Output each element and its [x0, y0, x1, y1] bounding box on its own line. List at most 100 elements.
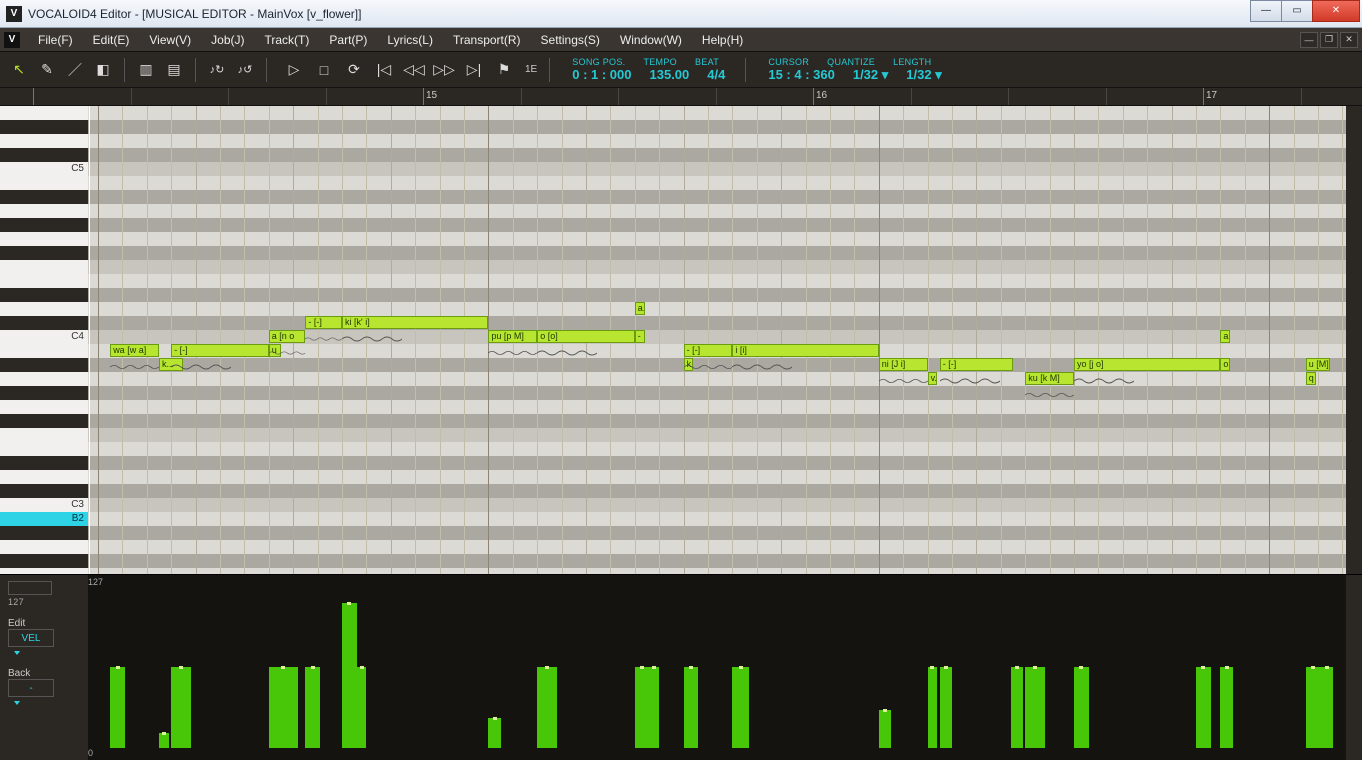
velocity-bar[interactable]: [171, 667, 191, 748]
velocity-bar[interactable]: [684, 667, 699, 748]
note[interactable]: a.: [635, 302, 645, 315]
window-maximize-button[interactable]: ▭: [1281, 0, 1313, 22]
line-tool[interactable]: ／: [62, 57, 88, 83]
pencil-tool[interactable]: ✎: [34, 57, 60, 83]
note[interactable]: ni [J i]: [879, 358, 928, 371]
play-button[interactable]: ▷: [281, 57, 307, 83]
velocity-bar[interactable]: [488, 718, 500, 748]
piano-keys[interactable]: C5C4C3B2: [0, 106, 88, 574]
velocity-bar[interactable]: [732, 667, 749, 748]
note[interactable]: a.: [1220, 330, 1230, 343]
note[interactable]: - [-]: [305, 316, 342, 329]
note[interactable]: wa [w a]: [110, 344, 159, 357]
loop-button[interactable]: ⟳: [341, 57, 367, 83]
voice-swap-b[interactable]: ♪↺: [232, 57, 258, 83]
velocity-bar[interactable]: [1074, 667, 1089, 748]
cursor-value[interactable]: 15 : 4 : 360: [768, 67, 835, 83]
menu-viewv[interactable]: View(V): [139, 28, 201, 52]
menu-partp[interactable]: Part(P): [319, 28, 377, 52]
note[interactable]: -: [635, 330, 645, 343]
forward-button[interactable]: ▷▷: [431, 57, 457, 83]
region-tool-b[interactable]: ▤: [161, 57, 187, 83]
songpos-value[interactable]: 0 : 1 : 000: [572, 67, 631, 82]
note[interactable]: i [i]: [732, 344, 878, 357]
note[interactable]: o: [1220, 358, 1230, 371]
velocity-bar[interactable]: [649, 667, 659, 748]
app-badge-small: V: [4, 32, 20, 48]
velocity-bar[interactable]: [110, 667, 125, 748]
param-vertical-scrollbar[interactable]: [1346, 575, 1362, 760]
go-start-button[interactable]: |◁: [371, 57, 397, 83]
note[interactable]: yo [j o]: [1074, 358, 1220, 371]
menu-settingss[interactable]: Settings(S): [531, 28, 610, 52]
note[interactable]: - [-]: [684, 344, 733, 357]
region-tool-a[interactable]: ▥: [133, 57, 159, 83]
note-grid[interactable]: wa [w a]k...- [-]ua [n o- [-]ki [k' i]pu…: [88, 106, 1346, 574]
velocity-bar[interactable]: [357, 667, 367, 748]
menu-lyricsl[interactable]: Lyrics(L): [377, 28, 443, 52]
velocity-bar[interactable]: [1025, 667, 1045, 748]
rewind-button[interactable]: ◁◁: [401, 57, 427, 83]
velocity-bar[interactable]: [269, 667, 298, 748]
beat-value[interactable]: 4/4: [707, 67, 725, 82]
note[interactable]: - [-]: [940, 358, 1013, 371]
note[interactable]: o [o]: [537, 330, 635, 343]
mdi-minimize-button[interactable]: —: [1300, 32, 1318, 48]
velocity-bar[interactable]: [1196, 667, 1211, 748]
note[interactable]: q: [1306, 372, 1316, 385]
menu-filef[interactable]: File(F): [28, 28, 83, 52]
velocity-bar[interactable]: [1220, 667, 1232, 748]
go-end-button[interactable]: ▷|: [461, 57, 487, 83]
note[interactable]: ku [k M]: [1025, 372, 1074, 385]
note-length-label[interactable]: 1E: [521, 64, 541, 75]
eraser-tool[interactable]: ◧: [90, 57, 116, 83]
stop-button[interactable]: □: [311, 57, 337, 83]
window-minimize-button[interactable]: —: [1250, 0, 1282, 22]
velocity-bar[interactable]: [537, 667, 557, 748]
pointer-tool[interactable]: ↖: [6, 57, 32, 83]
velocity-bar[interactable]: [928, 667, 938, 748]
note[interactable]: u [M]: [1306, 358, 1330, 371]
menu-jobj[interactable]: Job(J): [201, 28, 254, 52]
quantize-value[interactable]: 1/32 ▾: [853, 67, 888, 83]
param-edit-label: Edit: [8, 618, 80, 629]
velocity-bar[interactable]: [1011, 667, 1023, 748]
menu-trackt[interactable]: Track(T): [255, 28, 320, 52]
window-close-button[interactable]: ✕: [1312, 0, 1360, 22]
param-back-select[interactable]: -: [8, 679, 54, 697]
parameter-canvas[interactable]: 127 0: [88, 575, 1346, 760]
menu-edite[interactable]: Edit(E): [83, 28, 140, 52]
velocity-bar[interactable]: [342, 603, 357, 748]
velocity-bar[interactable]: [940, 667, 952, 748]
vertical-scrollbar[interactable]: [1346, 106, 1362, 574]
note[interactable]: u: [269, 344, 281, 357]
note[interactable]: k: [684, 358, 694, 371]
note[interactable]: k...: [159, 358, 183, 371]
key-label-c3: C3: [71, 499, 84, 510]
timeline-ruler[interactable]: 151617: [0, 88, 1362, 106]
velocity-bar[interactable]: [305, 667, 320, 748]
length-value[interactable]: 1/32 ▾: [906, 67, 941, 83]
param-value-box[interactable]: [8, 581, 52, 595]
menu-transportr[interactable]: Transport(R): [443, 28, 531, 52]
piano-roll: C5C4C3B2 wa [w a]k...- [-]ua [n o- [-]ki…: [0, 106, 1362, 574]
tempo-value[interactable]: 135.00: [650, 67, 690, 82]
note[interactable]: pu [p M]: [488, 330, 537, 343]
velocity-bar[interactable]: [1320, 667, 1332, 748]
marker-button[interactable]: ⚑: [491, 57, 517, 83]
velocity-bar[interactable]: [1306, 667, 1321, 748]
menu-windoww[interactable]: Window(W): [610, 28, 692, 52]
velocity-bar[interactable]: [879, 710, 891, 748]
param-edit-select[interactable]: VEL: [8, 629, 54, 647]
menu-helph[interactable]: Help(H): [692, 28, 753, 52]
note[interactable]: a [n o: [269, 330, 306, 343]
note[interactable]: ki [k' i]: [342, 316, 488, 329]
mdi-close-button[interactable]: ✕: [1340, 32, 1358, 48]
mdi-restore-button[interactable]: ❐: [1320, 32, 1338, 48]
velocity-bar[interactable]: [159, 733, 169, 748]
length-label: LENGTH: [893, 57, 931, 67]
velocity-bar[interactable]: [635, 667, 650, 748]
note[interactable]: - [-]: [171, 344, 269, 357]
voice-swap-a[interactable]: ♪↻: [204, 57, 230, 83]
note[interactable]: v.: [928, 372, 938, 385]
